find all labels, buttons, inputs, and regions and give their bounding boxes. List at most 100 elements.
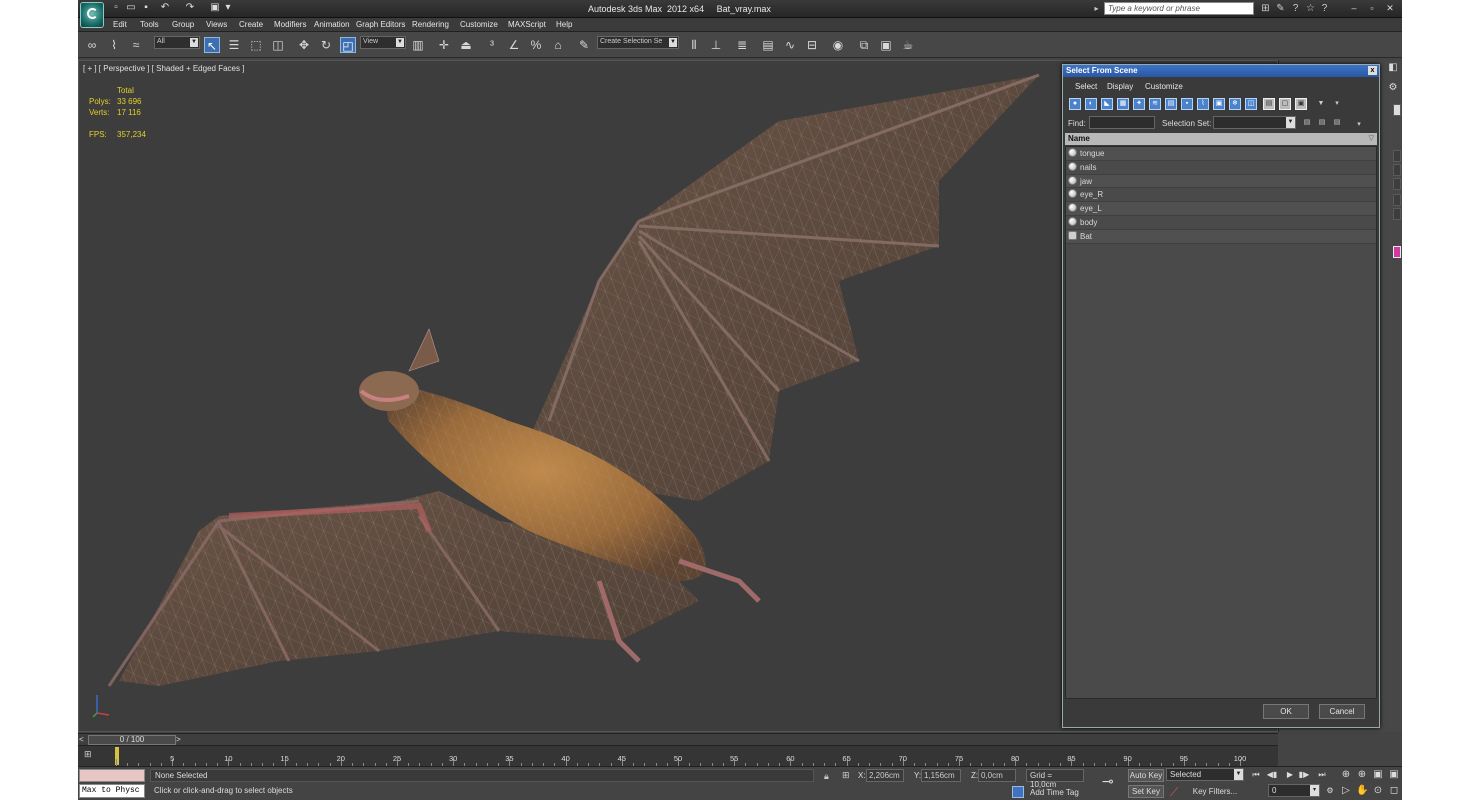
spinner-snap-icon[interactable]: ⌂ bbox=[550, 37, 566, 53]
percent-snap-icon[interactable]: % bbox=[528, 37, 544, 53]
dialog-menu-display[interactable]: Display bbox=[1107, 82, 1133, 91]
time-tag-icon[interactable] bbox=[1012, 786, 1024, 798]
zoom-extents-icon[interactable]: ▣ bbox=[1372, 769, 1384, 781]
display-lights-icon[interactable]: ◣ bbox=[1101, 98, 1113, 110]
time-slider-thumb[interactable]: 0 / 100 bbox=[88, 735, 176, 745]
list-item[interactable]: body bbox=[1066, 216, 1376, 230]
find-select-children-icon[interactable]: ▤ bbox=[1331, 117, 1343, 129]
edit-named-selection-icon[interactable]: ✎ bbox=[576, 37, 592, 53]
binoculars-icon[interactable]: ⊞ bbox=[1260, 3, 1271, 14]
menu-customize[interactable]: Customize bbox=[460, 20, 498, 29]
select-none-icon[interactable]: ▢ bbox=[1279, 98, 1291, 110]
add-time-tag-button[interactable]: Add Time Tag bbox=[1030, 788, 1079, 797]
selection-lock-icon[interactable]: 🔒︎ bbox=[824, 771, 829, 782]
render-setup-icon[interactable]: ⧉ bbox=[856, 37, 872, 53]
find-select-dependents-icon[interactable]: ▤ bbox=[1316, 117, 1328, 129]
project-folder-icon[interactable]: ▣ bbox=[210, 3, 220, 13]
display-containers-icon[interactable]: ▣ bbox=[1213, 98, 1225, 110]
align-icon[interactable]: ⊥ bbox=[708, 37, 724, 53]
schematic-view-icon[interactable]: ⊟ bbox=[804, 37, 820, 53]
list-item[interactable]: tongue bbox=[1066, 147, 1376, 161]
dialog-menu-select[interactable]: Select bbox=[1075, 82, 1097, 91]
display-groups-icon[interactable]: ▤ bbox=[1165, 98, 1177, 110]
info-center-icon[interactable]: ? bbox=[1319, 3, 1330, 14]
select-and-manipulate-icon[interactable]: ✛ bbox=[436, 37, 452, 53]
y-coordinate-field[interactable]: 1,156cm bbox=[921, 769, 961, 782]
menu-create[interactable]: Create bbox=[239, 20, 263, 29]
menu-maxscript[interactable]: MAXScript bbox=[508, 20, 546, 29]
time-configuration-icon[interactable]: ⚙ bbox=[1324, 785, 1336, 797]
help-icon[interactable]: ? bbox=[1290, 3, 1301, 14]
list-item[interactable]: eye_R bbox=[1066, 188, 1376, 203]
favorites-star-icon[interactable]: ☆ bbox=[1305, 3, 1316, 14]
select-and-move-icon[interactable]: ✥ bbox=[296, 37, 312, 53]
ok-button[interactable]: OK bbox=[1263, 704, 1309, 719]
previous-frame-icon[interactable]: ◀▮ bbox=[1266, 769, 1278, 781]
cancel-button[interactable]: Cancel bbox=[1319, 704, 1365, 719]
command-panel-settings-icon[interactable]: ⚙ bbox=[1387, 82, 1399, 94]
menu-help[interactable]: Help bbox=[556, 20, 572, 29]
filter-funnel-icon[interactable]: ▼ bbox=[1315, 98, 1327, 110]
list-item[interactable]: nails bbox=[1066, 161, 1376, 175]
bind-to-space-warp-icon[interactable]: ≈ bbox=[128, 37, 144, 53]
select-object-icon[interactable]: ↖ bbox=[204, 37, 220, 53]
minimize-icon[interactable]: – bbox=[1348, 3, 1360, 14]
time-slider-next[interactable]: > bbox=[176, 735, 184, 745]
select-by-name-icon[interactable]: ☰ bbox=[226, 37, 242, 53]
absolute-mode-icon[interactable]: ⊞ bbox=[842, 770, 850, 781]
command-panel-pin-icon[interactable]: ◧ bbox=[1387, 62, 1399, 74]
maxscript-mini-listener[interactable]: Max to Physc bbox=[79, 784, 145, 798]
object-color-swatch[interactable] bbox=[1393, 246, 1401, 258]
set-key-button[interactable]: Set Key bbox=[1128, 785, 1164, 798]
select-and-link-icon[interactable]: ∞ bbox=[84, 37, 100, 53]
search-dropdown-icon[interactable]: ▸ bbox=[1091, 3, 1102, 14]
zoom-icon[interactable]: ⊕ bbox=[1340, 769, 1352, 781]
undo-icon[interactable]: ↶ bbox=[160, 3, 170, 13]
current-frame-field[interactable]: 0 ▾ bbox=[1268, 784, 1320, 797]
display-hidden-icon[interactable]: ◫ bbox=[1245, 98, 1257, 110]
display-helpers-icon[interactable]: ✦ bbox=[1133, 98, 1145, 110]
reference-coordinate-dropdown[interactable]: View ▼ bbox=[360, 36, 406, 49]
window-crossing-icon[interactable]: ◫ bbox=[270, 37, 286, 53]
menu-views[interactable]: Views bbox=[206, 20, 227, 29]
unlink-selection-icon[interactable]: ⌇ bbox=[106, 37, 122, 53]
list-item[interactable]: eye_L bbox=[1066, 202, 1376, 216]
menu-edit[interactable]: Edit bbox=[113, 20, 127, 29]
keyboard-shortcut-override-icon[interactable]: ⏏ bbox=[458, 37, 474, 53]
time-slider-prev[interactable]: < bbox=[79, 735, 87, 745]
select-invert-icon[interactable]: ▣ bbox=[1295, 98, 1307, 110]
select-and-rotate-icon[interactable]: ↻ bbox=[318, 37, 334, 53]
display-space-warps-icon[interactable]: ≋ bbox=[1149, 98, 1161, 110]
redo-icon[interactable]: ↷ bbox=[185, 3, 195, 13]
material-editor-icon[interactable]: ◉ bbox=[830, 37, 846, 53]
quick-access-dropdown-icon[interactable]: ▾ bbox=[223, 3, 233, 13]
time-slider[interactable]: < 0 / 100 > bbox=[78, 733, 1278, 745]
select-all-icon[interactable]: ▤ bbox=[1263, 98, 1275, 110]
field-of-view-icon[interactable]: ▷ bbox=[1340, 785, 1352, 797]
app-logo-icon[interactable] bbox=[80, 2, 104, 28]
find-input[interactable] bbox=[1089, 116, 1155, 129]
selection-set-dropdown[interactable]: ▼ bbox=[1213, 116, 1296, 129]
tools-icon[interactable]: ✎ bbox=[1275, 3, 1286, 14]
timeline-track[interactable]: ⊞ 5 10 15 20 25 30 35 40 45 50 55 60 65 70 75 80 85 90 95 1… bbox=[78, 745, 1278, 767]
command-panel-expand-icon[interactable] bbox=[1393, 104, 1401, 116]
save-file-icon[interactable]: ▪ bbox=[141, 3, 151, 13]
go-to-end-icon[interactable]: ⏭ bbox=[1316, 769, 1328, 781]
layer-manager-icon[interactable]: ≣ bbox=[734, 37, 750, 53]
open-file-icon[interactable]: ▭ bbox=[126, 3, 136, 13]
set-key-icon[interactable]: ⟋ bbox=[1170, 785, 1178, 800]
key-filters-button[interactable]: Key Filters... bbox=[1186, 785, 1244, 798]
named-selection-dropdown[interactable]: Create Selection Se ▼ bbox=[597, 36, 679, 49]
name-column-header[interactable]: Name ▽ bbox=[1065, 133, 1377, 145]
dialog-menu-customize[interactable]: Customize bbox=[1145, 82, 1183, 91]
maximize-viewport-icon[interactable]: ◻ bbox=[1388, 785, 1400, 797]
go-to-start-icon[interactable]: ⏮ bbox=[1250, 769, 1262, 781]
maxscript-listener-output[interactable] bbox=[79, 769, 145, 782]
play-icon[interactable]: ▶ bbox=[1284, 769, 1296, 781]
selection-filter-dropdown[interactable]: All ▼ bbox=[154, 36, 200, 49]
display-geometry-icon[interactable]: ● bbox=[1069, 98, 1081, 110]
display-shapes-icon[interactable]: ◐ bbox=[1085, 98, 1097, 110]
display-cameras-icon[interactable]: ▦ bbox=[1117, 98, 1129, 110]
snaps-toggle-icon[interactable]: ³ bbox=[484, 37, 500, 53]
list-item[interactable]: jaw bbox=[1066, 174, 1376, 189]
